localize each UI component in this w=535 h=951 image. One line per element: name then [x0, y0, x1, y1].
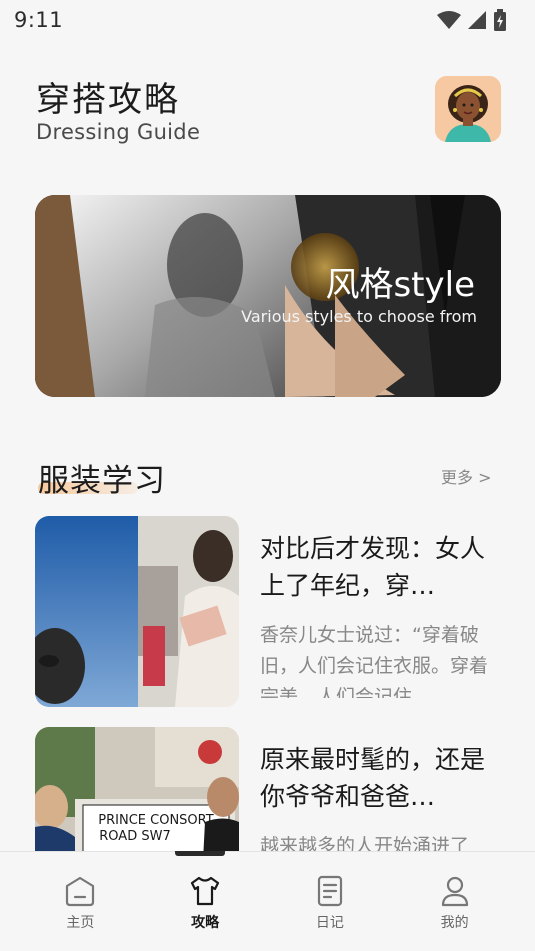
nav-label-diary: 日记 [315, 915, 344, 931]
avatar[interactable] [435, 76, 501, 142]
article-title: 对比后才发现：女人上了年纪，穿… [260, 534, 486, 600]
article-title: 原来最时髦的，还是你爷爷和爸爸… [260, 745, 486, 811]
street-sign-line1: PRINCE CONSORT [98, 813, 213, 828]
banner-title: 风格style [325, 265, 475, 305]
shirt-icon [191, 876, 220, 906]
signal-icon [468, 11, 486, 29]
street-sign-line2: ROAD SW7 [99, 829, 170, 844]
avatar-illustration [435, 76, 501, 142]
status-time: 9:11 [14, 8, 64, 32]
article-snippet: 香奈儿女士说过：“穿着破旧，人们会记住衣服。穿着完美，人们会记住 [260, 624, 489, 698]
user-icon [441, 876, 468, 907]
page-subtitle: Dressing Guide [36, 120, 201, 144]
section-title: 服装学习 [38, 463, 166, 499]
more-link[interactable]: 更多 > [441, 464, 492, 488]
nav-item-profile[interactable]: 我的 [410, 874, 500, 932]
article-thumbnail [35, 516, 239, 707]
bottom-navigation: 主页 攻略 日记 我的 [0, 851, 535, 951]
active-tab-indicator [175, 851, 225, 856]
nav-item-home[interactable]: 主页 [35, 874, 125, 932]
nav-label-home: 主页 [66, 915, 95, 931]
banner-subtitle: Various styles to choose from [241, 307, 477, 326]
status-icons [437, 9, 507, 31]
battery-icon [494, 9, 506, 31]
nav-item-guide[interactable]: 攻略 [160, 874, 250, 932]
wifi-icon [437, 11, 461, 29]
style-banner[interactable]: 风格style Various styles to choose from [35, 195, 501, 397]
status-bar: 9:11 [0, 0, 535, 40]
notes-icon [317, 875, 342, 907]
home-icon [66, 876, 95, 907]
page-title: 穿搭攻略 [36, 80, 180, 120]
nav-item-diary[interactable]: 日记 [285, 874, 375, 932]
article-photo [35, 516, 239, 707]
nav-label-profile: 我的 [440, 915, 469, 931]
nav-label-guide: 攻略 [191, 915, 220, 931]
